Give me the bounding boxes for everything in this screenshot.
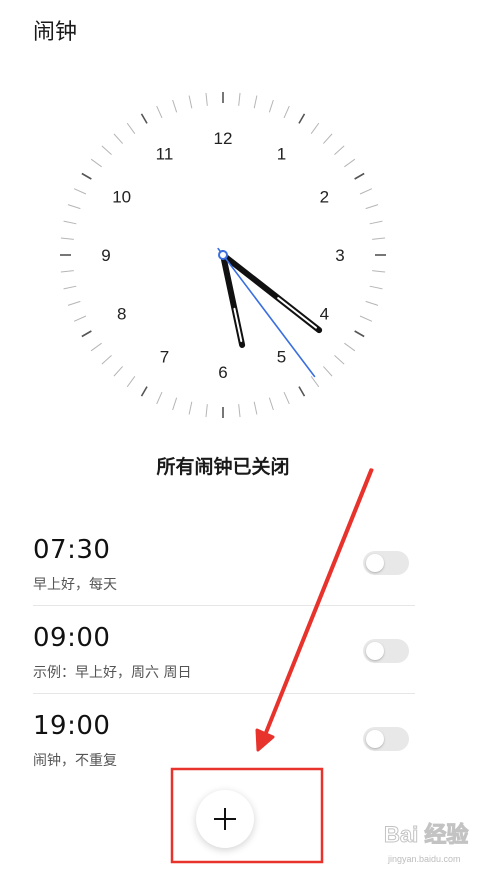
clock-minor-tick (283, 391, 290, 405)
clock-minor-tick (101, 354, 112, 365)
clock-numeral: 11 (156, 145, 174, 164)
plus-icon (214, 808, 236, 830)
clock-minor-tick (60, 237, 74, 240)
clock-minor-tick (283, 105, 290, 119)
alarm-list: 07:30 早上好，每天 09:00 示例：早上好，周六 周日 19:00 闹钟… (33, 518, 415, 782)
clock-minor-tick (156, 391, 163, 405)
toggle-knob (366, 554, 384, 572)
clock-minor-tick (372, 270, 386, 273)
clock-minor-tick (322, 366, 333, 377)
clock-center (218, 250, 228, 260)
clock-minor-tick (238, 404, 241, 418)
clock-minor-tick (268, 99, 274, 113)
clock-minor-tick (60, 270, 74, 273)
clock-numeral: 7 (160, 347, 169, 366)
clock-major-tick (298, 386, 306, 397)
clock-minor-tick (188, 401, 193, 415)
clock-numeral: 1 (277, 145, 286, 164)
analog-clock: 121234567891011 (60, 92, 386, 418)
clock-major-tick (81, 172, 92, 180)
alarm-description: 示例：早上好，周六 周日 (33, 665, 192, 681)
clock-minor-tick (359, 315, 373, 322)
clock-minor-tick (126, 376, 136, 388)
clock-minor-tick (238, 92, 241, 106)
clock-minor-tick (113, 133, 124, 144)
clock-minor-tick (67, 300, 81, 306)
clock-minor-tick (101, 145, 112, 156)
alarm-toggle[interactable] (363, 551, 409, 575)
baidu-logo-icon: Bai 经验 jingyan.baidu.com (384, 822, 469, 865)
minute-hand-highlight (277, 297, 317, 329)
clock-minor-tick (365, 204, 379, 210)
clock-minor-tick (310, 376, 320, 388)
clock-minor-tick (63, 220, 77, 225)
clock-numeral: 8 (117, 305, 126, 324)
toggle-knob (366, 642, 384, 660)
alarm-time: 07:30 (33, 535, 111, 565)
clock-minor-tick (334, 354, 345, 365)
clock-minor-tick (126, 122, 136, 134)
clock-numeral: 12 (214, 129, 233, 148)
clock-minor-tick (90, 342, 102, 352)
clock-minor-tick (205, 404, 208, 418)
clock-minor-tick (63, 285, 77, 290)
clock-minor-tick (67, 204, 81, 210)
alarms-status-text: 所有闹钟已关闭 (156, 456, 290, 478)
clock-major-tick (140, 386, 148, 397)
alarm-time: 19:00 (33, 711, 111, 741)
clock-numeral: 3 (335, 246, 344, 265)
clock-minor-tick (172, 99, 178, 113)
add-alarm-button[interactable] (196, 790, 254, 848)
clock-minor-tick (113, 366, 124, 377)
clock-numeral: 4 (320, 305, 329, 324)
alarm-item[interactable]: 07:30 早上好，每天 (33, 518, 415, 606)
clock-major-tick (298, 113, 306, 124)
clock-minor-tick (172, 397, 178, 411)
watermark-text: Bai 经验 (384, 822, 468, 847)
clock-minor-tick (253, 95, 258, 109)
clock-minor-tick (310, 122, 320, 134)
clock-minor-tick (369, 285, 383, 290)
clock-minor-tick (369, 220, 383, 225)
clock-numeral: 2 (320, 188, 329, 207)
clock-minor-tick (365, 300, 379, 306)
clock-major-tick (140, 113, 148, 124)
clock-numeral: 5 (277, 347, 286, 366)
clock-minor-tick (188, 95, 193, 109)
clock-minor-tick (73, 188, 87, 195)
alarm-item[interactable]: 09:00 示例：早上好，周六 周日 (33, 606, 415, 694)
alarm-description: 早上好，每天 (33, 577, 117, 593)
clock-minor-tick (344, 342, 356, 352)
alarm-time: 09:00 (33, 623, 111, 653)
watermark-subtext: jingyan.baidu.com (387, 854, 461, 864)
clock-minor-tick (268, 397, 274, 411)
clock-major-tick (81, 330, 92, 338)
clock-minor-tick (334, 145, 345, 156)
clock-minor-tick (344, 158, 356, 168)
clock-major-tick (354, 172, 365, 180)
clock-numeral: 6 (218, 363, 227, 382)
toggle-knob (366, 730, 384, 748)
alarm-item[interactable]: 19:00 闹钟，不重复 (33, 694, 415, 782)
clock-minor-tick (322, 133, 333, 144)
page-title: 闹钟 (33, 20, 78, 45)
baidu-watermark: Bai 经验 jingyan.baidu.com (378, 812, 496, 868)
clock-minor-tick (359, 188, 373, 195)
clock-numeral: 10 (112, 188, 131, 207)
alarm-description: 闹钟，不重复 (33, 753, 117, 769)
clock-minor-tick (90, 158, 102, 168)
clock-minor-tick (372, 237, 386, 240)
clock-minor-tick (205, 92, 208, 106)
clock-major-tick (354, 330, 365, 338)
clock-minor-tick (73, 315, 87, 322)
alarm-toggle[interactable] (363, 727, 409, 751)
clock-numeral: 9 (101, 246, 110, 265)
alarm-toggle[interactable] (363, 639, 409, 663)
clock-minor-tick (253, 401, 258, 415)
clock-minor-tick (156, 105, 163, 119)
